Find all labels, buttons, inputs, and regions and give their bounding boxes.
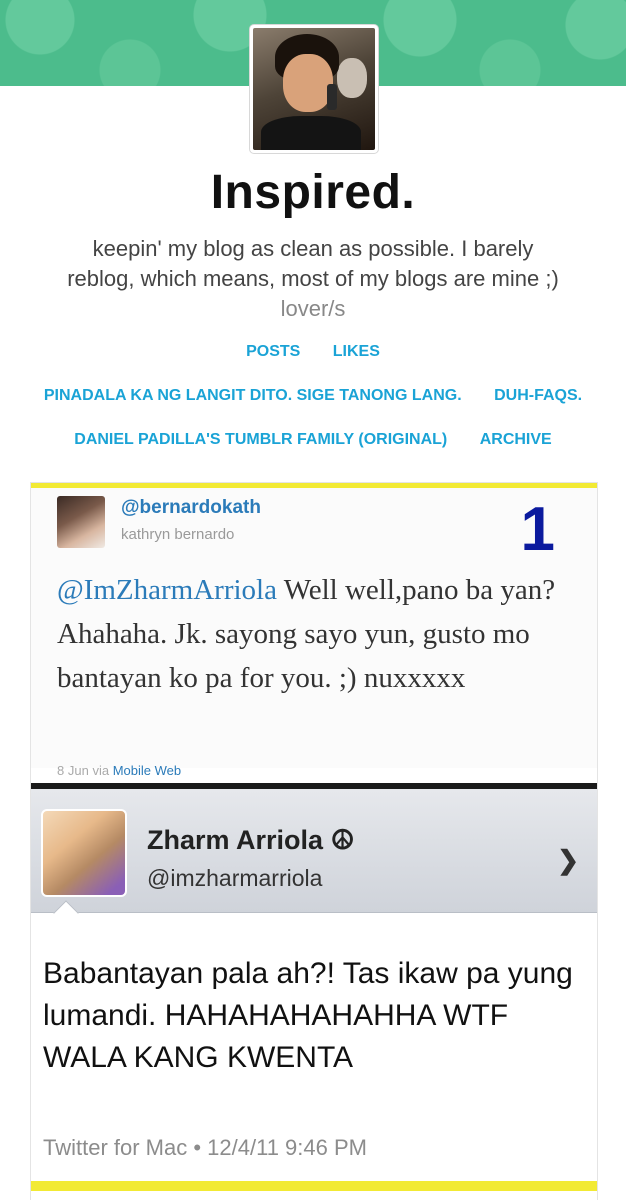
tweet-1-via: Mobile Web — [112, 763, 182, 778]
nav-likes[interactable]: LIKES — [333, 343, 380, 361]
tweet-2-header: Zharm Arriola ☮ @imzharmarriola ❯ — [31, 789, 597, 913]
tweet-1-mention: @ImZharmArriola — [57, 574, 277, 606]
blog-description: keepin' my blog as clean as possible. I … — [60, 234, 566, 324]
tweet-2-text: Babantayan pala ah?! Tas ikaw pa yung lu… — [43, 957, 573, 1074]
tweet-1-handle: @bernardokath — [121, 497, 261, 518]
nav-row-2: PINADALA KA NG LANGIT DITO. SIGE TANONG … — [0, 387, 626, 405]
nav-family[interactable]: DANIEL PADILLA'S TUMBLR FAMILY (ORIGINAL… — [74, 431, 447, 449]
tweet-2-meta: Twitter for Mac • 12/4/11 9:46 PM — [43, 1135, 367, 1160]
chevron-right-icon: ❯ — [557, 845, 579, 875]
nav-row-3: DANIEL PADILLA'S TUMBLR FAMILY (ORIGINAL… — [0, 431, 626, 449]
description-link[interactable]: lover/s — [281, 296, 346, 321]
tweet-1: @bernardokath kathryn bernardo 1 @ImZhar… — [31, 488, 597, 778]
nav-row-1: POSTS LIKES — [0, 343, 626, 361]
avatar-image — [253, 28, 375, 150]
nav-archive[interactable]: ARCHIVE — [480, 431, 552, 449]
nav-ask-page[interactable]: PINADALA KA NG LANGIT DITO. SIGE TANONG … — [44, 387, 462, 405]
tweet-1-name: kathryn bernardo — [121, 526, 235, 543]
nav-faqs[interactable]: DUH-FAQS. — [494, 387, 582, 405]
tweet-2-avatar — [41, 809, 127, 897]
tweet-1-text: @ImZharmArriola Well well,pano ba yan? A… — [57, 568, 577, 700]
tweet-2-handle: @imzharmarriola — [147, 865, 323, 891]
tweet-1-number: 1 — [520, 495, 555, 564]
tweet-1-via-label: via — [92, 763, 110, 778]
tweet-2-body: Babantayan pala ah?! Tas ikaw pa yung lu… — [31, 900, 597, 1173]
blog-avatar[interactable] — [250, 25, 378, 153]
highlight-bar-bottom — [31, 1181, 597, 1191]
description-text: keepin' my blog as clean as possible. I … — [67, 236, 559, 291]
post-photo[interactable]: @bernardokath kathryn bernardo 1 @ImZhar… — [30, 482, 598, 1200]
tweet-2-name: Zharm Arriola ☮ — [147, 825, 355, 855]
tweet-1-avatar — [57, 496, 105, 548]
nav-posts[interactable]: POSTS — [246, 343, 300, 361]
blog-title[interactable]: Inspired. — [0, 165, 626, 220]
tweet-1-meta: 8 Jun via Mobile Web — [57, 763, 181, 778]
tweet-1-date: 8 Jun — [57, 763, 89, 778]
